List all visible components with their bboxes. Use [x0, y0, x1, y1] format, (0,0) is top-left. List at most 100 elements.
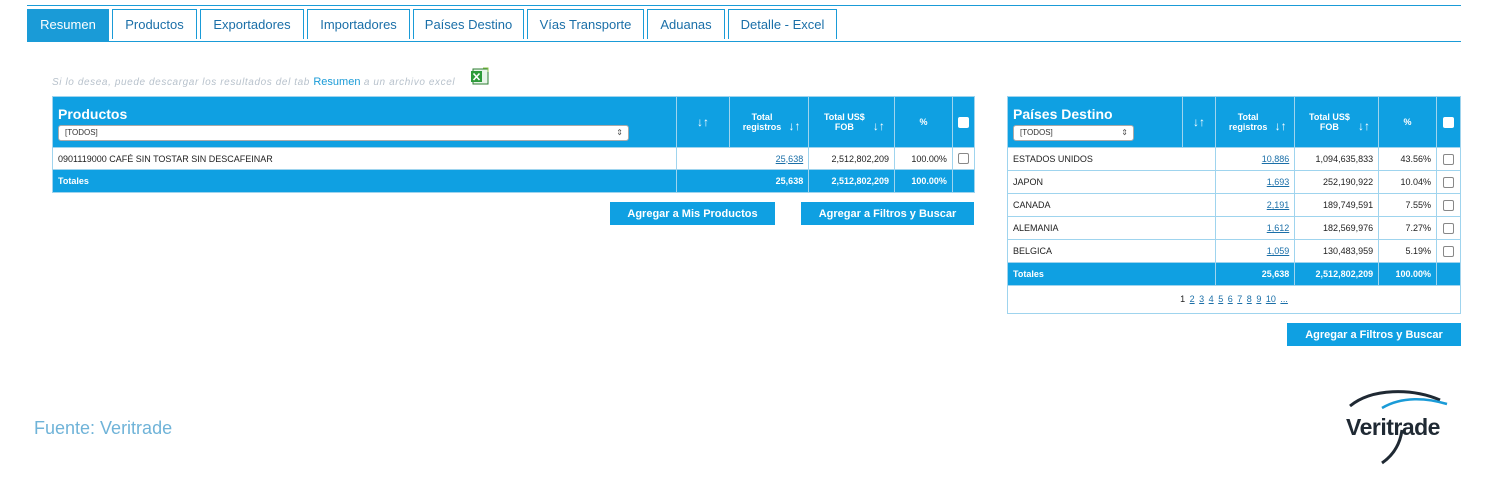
paises-filter-value: [TODOS]: [1020, 127, 1053, 137]
productos-col-total[interactable]: Total registros ↓↑: [729, 96, 810, 148]
row-checkbox-cell[interactable]: [1435, 239, 1462, 263]
country-fob: 252,190,922: [1294, 170, 1380, 194]
page-link[interactable]: 8: [1247, 294, 1252, 304]
table-row: ESTADOS UNIDOS 10,886 1,094,635,833 43.5…: [1006, 147, 1462, 171]
tab-resumen[interactable]: Resumen: [27, 9, 109, 41]
table-row: BELGICA 1,059 130,483,959 5.19%: [1006, 239, 1462, 263]
country-pct: 7.55%: [1378, 193, 1437, 217]
tab-exportadores[interactable]: Exportadores: [200, 9, 304, 39]
productos-col-pct: %: [894, 96, 953, 148]
paises-col-total[interactable]: Total registros ↓↑: [1215, 96, 1296, 148]
pagination: 1 2 3 4 5 6 7 8 9 10 ...: [1007, 285, 1461, 314]
sort-icon: ↓↑: [872, 118, 885, 133]
totals-label: Totales: [52, 169, 677, 193]
download-note: Si lo desea, puede descargar los resulta…: [52, 76, 455, 88]
row-checkbox[interactable]: [957, 153, 969, 165]
select-all-checkbox[interactable]: [957, 116, 969, 128]
select-all-checkbox[interactable]: [1442, 116, 1454, 128]
totals-fob: 2,512,802,209: [808, 169, 896, 193]
col-fob-label: Total US$ FOB: [823, 111, 865, 132]
col-total-label: Total registros: [742, 111, 782, 132]
row-checkbox-cell[interactable]: [1435, 216, 1462, 240]
row-checkbox[interactable]: [1442, 222, 1454, 234]
page-link[interactable]: 2: [1190, 294, 1195, 304]
tab-importadores[interactable]: Importadores: [307, 9, 410, 39]
totals-blank: [1435, 262, 1462, 286]
country-total-link[interactable]: 1,059: [1215, 239, 1296, 263]
productos-table: Productos [TODOS] ⇕ ↓↑ Total registros ↓…: [52, 96, 976, 193]
row-checkbox-cell[interactable]: [1435, 147, 1462, 171]
totals-pct: 100.00%: [894, 169, 953, 193]
top-divider: [27, 5, 1461, 6]
row-checkbox[interactable]: [1442, 153, 1454, 165]
productos-col-fob[interactable]: Total US$ FOB ↓↑: [808, 96, 896, 148]
logo-text: Veritrade: [1346, 414, 1440, 440]
download-note-prefix: Si lo desea, puede descargar los resulta…: [52, 77, 310, 88]
country-total-link[interactable]: 2,191: [1215, 193, 1296, 217]
sort-icon: ↓↑: [1274, 118, 1287, 133]
source-text: Fuente: Veritrade: [34, 418, 173, 438]
col-total-label: Total registros: [1228, 111, 1268, 132]
productos-select-all[interactable]: [951, 96, 976, 148]
page-link[interactable]: 5: [1218, 294, 1223, 304]
productos-filter-select[interactable]: [TODOS] ⇕: [58, 124, 629, 141]
sort-icon: ↓↑: [697, 115, 709, 129]
col-fob-label: Total US$ FOB: [1309, 111, 1350, 132]
country-pct: 43.56%: [1378, 147, 1437, 171]
totals-total: 25,638: [675, 169, 810, 193]
product-name: 0901119000 CAFÉ SIN TOSTAR SIN DESCAFEIN…: [52, 147, 677, 170]
productos-title: Productos: [58, 105, 128, 122]
totals-fob: 2,512,802,209: [1294, 262, 1380, 286]
paises-select-all[interactable]: [1435, 96, 1462, 148]
country-pct: 7.27%: [1378, 216, 1437, 240]
paises-col-fob[interactable]: Total US$ FOB ↓↑: [1294, 96, 1380, 148]
row-checkbox[interactable]: [1442, 199, 1454, 211]
country-name: ESTADOS UNIDOS: [1006, 147, 1217, 171]
paises-filter-select[interactable]: [TODOS] ⇕: [1013, 124, 1134, 141]
row-checkbox-cell[interactable]: [1435, 193, 1462, 217]
totals-row: Totales 25,638 2,512,802,209 100.00%: [52, 169, 976, 193]
country-name: ALEMANIA: [1006, 216, 1217, 240]
product-total-link[interactable]: 25,638: [675, 147, 810, 170]
productos-sort-name[interactable]: ↓↑: [675, 96, 731, 148]
totals-label: Totales: [1006, 262, 1217, 286]
row-checkbox[interactable]: [1442, 245, 1454, 257]
table-row: CANADA 2,191 189,749,591 7.55%: [1006, 193, 1462, 217]
country-total-link[interactable]: 1,693: [1215, 170, 1296, 194]
add-to-filters-button[interactable]: Agregar a Filtros y Buscar: [801, 202, 974, 225]
country-pct: 5.19%: [1378, 239, 1437, 263]
excel-icon[interactable]: [470, 67, 490, 85]
row-checkbox-cell[interactable]: [951, 147, 976, 170]
page-link[interactable]: 4: [1209, 294, 1214, 304]
download-note-link[interactable]: Resumen: [313, 76, 360, 88]
tab-vias-transporte[interactable]: Vías Transporte: [527, 9, 644, 39]
country-fob: 130,483,959: [1294, 239, 1380, 263]
page-link[interactable]: 6: [1228, 294, 1233, 304]
tab-paises-destino[interactable]: Países Destino: [413, 9, 524, 39]
page-more-link[interactable]: ...: [1280, 294, 1288, 304]
totals-row: Totales 25,638 2,512,802,209 100.00%: [1006, 262, 1462, 286]
tab-aduanas[interactable]: Aduanas: [647, 9, 725, 39]
paises-table: Países Destino [TODOS] ⇕ ↓↑ Total regist…: [1006, 96, 1462, 286]
row-checkbox[interactable]: [1442, 176, 1454, 188]
tab-productos[interactable]: Productos: [112, 9, 197, 39]
country-total-link[interactable]: 10,886: [1215, 147, 1296, 171]
page-link[interactable]: 7: [1237, 294, 1242, 304]
add-to-my-products-button[interactable]: Agregar a Mis Productos: [610, 202, 775, 225]
table-row: 0901119000 CAFÉ SIN TOSTAR SIN DESCAFEIN…: [52, 147, 976, 170]
country-total-link[interactable]: 1,612: [1215, 216, 1296, 240]
totals-total: 25,638: [1215, 262, 1296, 286]
paises-add-to-filters-button[interactable]: Agregar a Filtros y Buscar: [1287, 323, 1461, 346]
page-link[interactable]: 10: [1266, 294, 1276, 304]
page-link[interactable]: 9: [1256, 294, 1261, 304]
paises-sort-name[interactable]: ↓↑: [1181, 96, 1217, 148]
row-checkbox-cell[interactable]: [1435, 170, 1462, 194]
page-link[interactable]: 3: [1199, 294, 1204, 304]
tab-detalle-excel[interactable]: Detalle - Excel: [728, 9, 837, 39]
country-name: BELGICA: [1006, 239, 1217, 263]
paises-col-pct: %: [1378, 96, 1437, 148]
download-note-suffix: a un archivo excel: [363, 77, 456, 88]
totals-pct: 100.00%: [1378, 262, 1437, 286]
paises-title: Países Destino: [1013, 105, 1113, 122]
productos-filter-value: [TODOS]: [65, 127, 98, 137]
